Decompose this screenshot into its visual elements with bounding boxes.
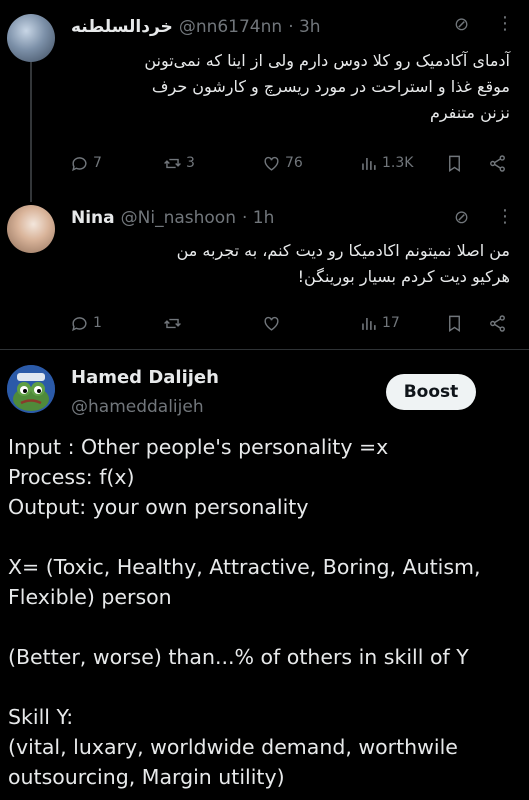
share-button[interactable] bbox=[488, 314, 507, 333]
like-icon bbox=[264, 316, 279, 331]
repost-icon bbox=[164, 158, 181, 168]
display-name[interactable]: Nina bbox=[71, 208, 115, 228]
tweet-1[interactable]: خردالسلطنه @nn6174nn · 3h ⊘ ⋮ آدمای آکاد… bbox=[0, 0, 529, 190]
reply-count: 7 bbox=[93, 155, 102, 171]
views-icon bbox=[362, 317, 376, 330]
tweet-text: من اصلا نمیتونم اکادمیکا رو دیت کنم، به … bbox=[176, 241, 510, 286]
reply-button[interactable]: 1 bbox=[70, 314, 102, 333]
more-icon[interactable]: ⋮ bbox=[496, 206, 514, 227]
tweet-text: آدمای آکادمیک رو کلا دوس دارم ولی از این… bbox=[144, 51, 510, 122]
timestamp[interactable]: · 3h bbox=[288, 17, 320, 37]
action-bar: 7 3 76 1.3K bbox=[0, 151, 529, 175]
views-count: 1.3K bbox=[382, 155, 414, 171]
timestamp[interactable]: · 1h bbox=[242, 208, 274, 228]
boost-button[interactable]: Boost bbox=[386, 374, 476, 410]
bookmark-button[interactable] bbox=[445, 154, 464, 173]
views-button[interactable]: 17 bbox=[359, 314, 400, 333]
reply-button[interactable]: 7 bbox=[70, 154, 102, 173]
reply-icon bbox=[72, 316, 87, 331]
reply-icon bbox=[72, 156, 87, 171]
share-icon bbox=[490, 314, 505, 332]
share-button[interactable] bbox=[488, 154, 507, 173]
repost-count: 3 bbox=[186, 155, 195, 171]
handle[interactable]: @nn6174nn bbox=[179, 17, 282, 37]
repost-button[interactable]: 3 bbox=[163, 154, 195, 173]
avatar[interactable] bbox=[7, 205, 55, 253]
repost-icon bbox=[164, 318, 181, 328]
action-bar: 1 17 bbox=[0, 311, 529, 335]
mute-icon[interactable]: ⊘ bbox=[454, 14, 469, 35]
like-button[interactable] bbox=[262, 314, 281, 333]
tweet-header: خردالسلطنه @nn6174nn · 3h bbox=[71, 14, 321, 40]
post-author-name[interactable]: Hamed Dalijeh bbox=[71, 367, 219, 388]
bookmark-icon bbox=[449, 315, 460, 332]
avatar[interactable] bbox=[7, 14, 55, 62]
post-body: Input : Other people's personality =x Pr… bbox=[8, 435, 481, 789]
handle[interactable]: @Ni_nashoon bbox=[121, 208, 236, 228]
tweet-header: Nina @Ni_nashoon · 1h bbox=[71, 205, 274, 231]
display-name[interactable]: خردالسلطنه bbox=[71, 17, 173, 37]
like-button[interactable]: 76 bbox=[262, 154, 303, 173]
more-icon[interactable]: ⋮ bbox=[496, 13, 514, 34]
reply-count: 1 bbox=[93, 315, 102, 331]
repost-button[interactable] bbox=[163, 314, 182, 333]
share-icon bbox=[490, 154, 505, 172]
bookmark-button[interactable] bbox=[445, 314, 464, 333]
views-icon bbox=[362, 157, 376, 170]
avatar[interactable] bbox=[7, 365, 55, 413]
mute-icon[interactable]: ⊘ bbox=[454, 207, 469, 228]
views-count: 17 bbox=[382, 315, 400, 331]
views-button[interactable]: 1.3K bbox=[359, 154, 413, 173]
frog-avatar-icon bbox=[7, 365, 55, 413]
tweet-2[interactable]: Nina @Ni_nashoon · 1h ⊘ ⋮ من اصلا نمیتون… bbox=[0, 200, 529, 350]
bookmark-icon bbox=[449, 155, 460, 172]
like-count: 76 bbox=[285, 155, 303, 171]
like-icon bbox=[264, 156, 279, 171]
post-author-handle[interactable]: @hameddalijeh bbox=[71, 397, 204, 417]
